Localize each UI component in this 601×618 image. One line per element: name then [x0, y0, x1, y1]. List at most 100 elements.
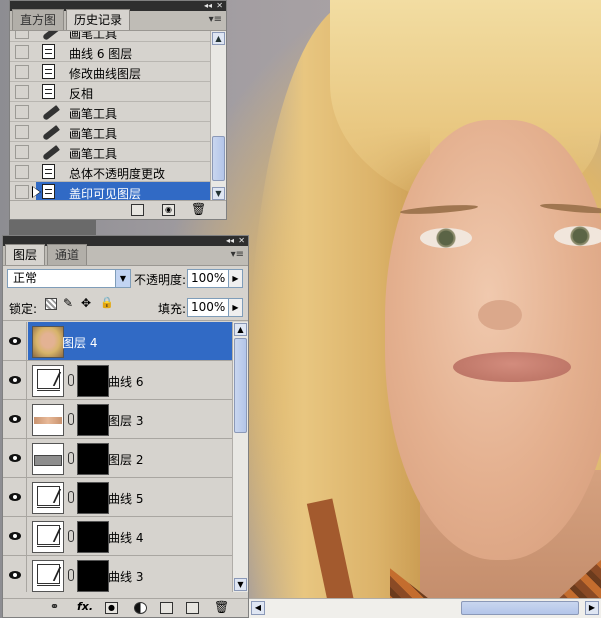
layer-thumbnail[interactable] — [32, 443, 64, 475]
lock-paint-brush-icon[interactable]: ✎ — [63, 296, 75, 310]
layer-thumbnail[interactable] — [32, 404, 64, 436]
chain-link-icon[interactable] — [68, 452, 74, 464]
layer-visibility-toggle[interactable] — [3, 517, 27, 556]
scroll-up-icon[interactable]: ▲ — [212, 32, 225, 45]
layer-mask-thumbnail[interactable] — [77, 365, 109, 397]
history-brush-source-checkbox[interactable] — [15, 145, 29, 159]
add-mask-icon[interactable]: ● — [105, 602, 118, 614]
layer-row[interactable]: 图层 3 — [3, 400, 232, 439]
close-icon[interactable]: ✕ — [216, 1, 223, 11]
layer-visibility-toggle[interactable] — [3, 361, 27, 400]
history-brush-source-checkbox[interactable] — [15, 125, 29, 139]
layer-row[interactable]: 图层 2 — [3, 439, 232, 478]
fill-field[interactable]: 100% ▶ — [187, 298, 243, 317]
chain-link-icon[interactable] — [68, 569, 74, 581]
scroll-down-icon[interactable]: ▼ — [234, 578, 247, 591]
layer-visibility-toggle[interactable] — [3, 322, 27, 361]
collapse-icon[interactable]: ◂◂ — [226, 236, 234, 246]
history-item[interactable]: 画笔工具 — [10, 102, 211, 122]
history-brush-source-checkbox[interactable] — [15, 165, 29, 179]
tab-history[interactable]: 历史记录 — [66, 9, 131, 30]
history-brush-source-checkbox[interactable] — [15, 185, 29, 199]
layer-name[interactable]: 图层 3 — [108, 412, 143, 429]
chain-link-icon[interactable] — [68, 530, 74, 542]
history-brush-source-checkbox[interactable] — [15, 31, 29, 39]
history-item[interactable]: 曲线 6 图层 — [10, 42, 211, 62]
snapshot-icon[interactable]: ◉ — [162, 204, 175, 216]
tab-histogram[interactable]: 直方图 — [12, 9, 65, 30]
layer-name[interactable]: 曲线 6 — [108, 373, 143, 390]
new-document-from-state-icon[interactable] — [131, 204, 144, 216]
delete-state-icon[interactable]: 🗑 — [191, 203, 206, 216]
scroll-thumb[interactable] — [461, 601, 579, 615]
canvas-horizontal-scrollbar[interactable]: ◀ ▶ — [249, 598, 601, 618]
history-item[interactable]: 总体不透明度更改 — [10, 162, 211, 182]
chevron-down-icon[interactable]: ▼ — [115, 270, 130, 287]
scroll-up-icon[interactable]: ▲ — [234, 323, 247, 336]
new-group-icon[interactable] — [160, 602, 173, 614]
chain-link-icon[interactable] — [68, 374, 74, 386]
scroll-down-icon[interactable]: ▼ — [212, 187, 225, 200]
layer-mask-thumbnail[interactable] — [77, 443, 109, 475]
scroll-thumb[interactable] — [212, 136, 225, 181]
history-brush-source-checkbox[interactable] — [15, 85, 29, 99]
history-item[interactable]: 画笔工具 — [10, 31, 211, 42]
layer-thumbnail[interactable] — [32, 326, 64, 358]
curves-adjustment-icon[interactable] — [32, 482, 64, 514]
layer-row[interactable]: 图层 4 — [3, 322, 232, 361]
history-item[interactable]: 画笔工具 — [10, 142, 211, 162]
layer-name[interactable]: 曲线 4 — [108, 529, 143, 546]
layer-row[interactable]: 曲线 6 — [3, 361, 232, 400]
curves-adjustment-icon[interactable] — [32, 365, 64, 397]
fx-icon[interactable]: fx. — [76, 601, 94, 614]
opacity-field[interactable]: 100% ▶ — [187, 269, 243, 288]
collapse-icon[interactable]: ◂◂ — [204, 1, 212, 11]
layer-name[interactable]: 曲线 3 — [108, 568, 143, 585]
history-item[interactable]: 反相 — [10, 82, 211, 102]
history-item[interactable]: 画笔工具 — [10, 122, 211, 142]
scroll-left-icon[interactable]: ◀ — [251, 601, 265, 615]
chain-link-icon[interactable] — [68, 413, 74, 425]
tab-channels[interactable]: 通道 — [47, 244, 88, 265]
link-layers-icon[interactable]: ⚭ — [48, 601, 61, 614]
history-brush-source-checkbox[interactable] — [15, 105, 29, 119]
layer-visibility-toggle[interactable] — [3, 478, 27, 517]
layer-mask-thumbnail[interactable] — [77, 560, 109, 592]
history-brush-source-checkbox[interactable] — [15, 65, 29, 79]
layer-row[interactable]: 曲线 5 — [3, 478, 232, 517]
layer-name[interactable]: 图层 2 — [108, 451, 143, 468]
close-icon[interactable]: ✕ — [238, 236, 245, 246]
layer-mask-thumbnail[interactable] — [77, 482, 109, 514]
curves-adjustment-icon[interactable] — [32, 521, 64, 553]
tab-layers[interactable]: 图层 — [5, 244, 46, 265]
blend-mode-select[interactable]: 正常 ▼ — [7, 269, 131, 288]
layer-visibility-toggle[interactable] — [3, 400, 27, 439]
chain-link-icon[interactable] — [68, 491, 74, 503]
new-layer-icon[interactable] — [186, 602, 199, 614]
adjustment-layer-icon[interactable] — [134, 602, 147, 614]
layer-row[interactable]: 曲线 4 — [3, 517, 232, 556]
layer-mask-thumbnail[interactable] — [77, 404, 109, 436]
layer-name[interactable]: 曲线 5 — [108, 490, 143, 507]
scroll-thumb[interactable] — [234, 338, 247, 433]
panel-menu-icon[interactable]: ▾≡ — [209, 14, 222, 25]
scroll-right-icon[interactable]: ▶ — [585, 601, 599, 615]
lock-transparent-icon[interactable] — [45, 298, 57, 310]
layer-row[interactable]: 曲线 3 — [3, 556, 232, 592]
layer-name[interactable]: 图层 4 — [62, 334, 97, 351]
layer-visibility-toggle[interactable] — [3, 439, 27, 478]
layer-visibility-toggle[interactable] — [3, 556, 27, 592]
panel-menu-icon[interactable]: ▾≡ — [231, 249, 244, 260]
layer-mask-thumbnail[interactable] — [77, 521, 109, 553]
layers-scrollbar[interactable]: ▲ ▼ — [232, 322, 248, 592]
history-scrollbar[interactable]: ▲ ▼ — [210, 31, 226, 201]
curves-adjustment-icon[interactable] — [32, 560, 64, 592]
history-item[interactable]: 盖印可见图层 — [10, 182, 211, 201]
chevron-right-icon[interactable]: ▶ — [228, 299, 242, 316]
delete-layer-icon[interactable]: 🗑 — [214, 601, 229, 614]
history-item[interactable]: 修改曲线图层 — [10, 62, 211, 82]
lock-position-move-icon[interactable]: ✥ — [81, 296, 93, 310]
lock-all-icon[interactable]: 🔒 — [100, 296, 114, 309]
chevron-right-icon[interactable]: ▶ — [228, 270, 242, 287]
history-brush-source-checkbox[interactable] — [15, 45, 29, 59]
